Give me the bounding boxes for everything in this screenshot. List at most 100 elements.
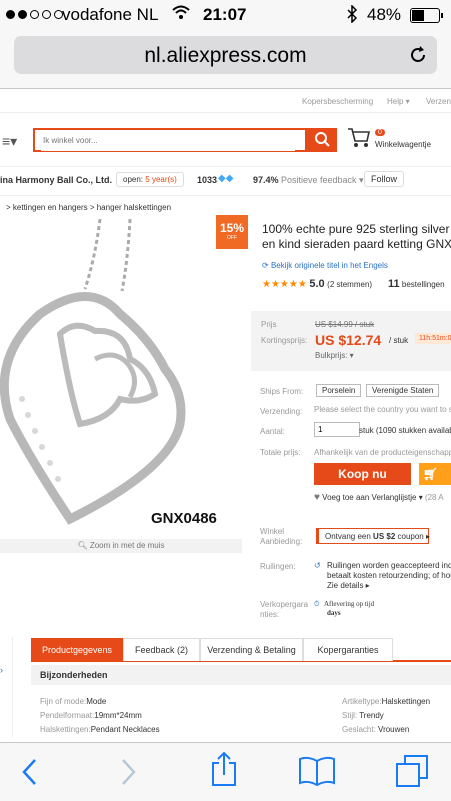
carrier-label: vodafone NL: [62, 5, 159, 24]
spec-row: Fijn of mode:Mode Artikeltype:Halskettin…: [40, 697, 451, 711]
tab-buyer-guarantee[interactable]: Kopergaranties: [303, 638, 393, 661]
spec-value-2: Trendy: [359, 711, 384, 720]
store-bar: ina Harmony Ball Co., Ltd. open: 5 year(…: [0, 166, 451, 196]
cart-count-badge: 0: [375, 129, 385, 136]
guarantee-label-2: nties:: [260, 610, 280, 619]
feedback-label[interactable]: Positieve feedback ▾: [281, 175, 364, 186]
buyer-protection-link[interactable]: Kopersbescherming: [302, 97, 373, 106]
product-tabs: Productgegevens Feedback (2) Verzending …: [31, 638, 451, 662]
specs-table: Fijn of mode:Mode Artikeltype:Halskettin…: [40, 697, 451, 739]
specs-title: Bijzonderheden: [40, 670, 108, 680]
original-title-text: Bekijk originele titel in het Engels: [270, 261, 388, 270]
heart-icon: ♥: [314, 492, 320, 503]
total-price-label: Totale prijs:: [260, 448, 301, 457]
cart-button[interactable]: 0 Winkelwagentje: [347, 127, 431, 154]
help-link[interactable]: Help ▾: [387, 97, 410, 106]
price-box: Prijs US $14.99 / stuk Kortingsprijs: US…: [251, 311, 451, 371]
discount-percent: 15%: [219, 221, 245, 235]
discount-price: US $12.74: [315, 332, 382, 348]
menu-icon[interactable]: ≡▾: [2, 133, 17, 150]
clock: 21:07: [203, 5, 247, 24]
star-rating-icon: ★★★★★: [262, 279, 307, 290]
total-price-value: Afhankelijk van de producteigenschappe: [314, 448, 451, 457]
shipping-link[interactable]: Verzen: [426, 97, 451, 106]
title-line-1: 100% echte pure 925 sterling silver sie: [262, 222, 451, 236]
original-title-link[interactable]: ⟳ Bekijk originele titel in het Engels: [262, 261, 388, 270]
delivery-label: Verzending:: [260, 407, 303, 416]
rating-row: ★★★★★ 5.0 (2 stemmen): [262, 278, 372, 290]
product-image[interactable]: 15% OFF GNX0486: [0, 215, 248, 539]
returns-icon: ↺: [314, 561, 321, 570]
bulk-price-toggle[interactable]: Bulkprijs: ▾: [315, 351, 354, 360]
search-icon: [314, 131, 330, 152]
sidebar-chevron-icon[interactable]: ›: [0, 665, 3, 675]
delivery-value[interactable]: Please select the country you want to sh: [314, 405, 451, 414]
cart-label: Winkelwagentje: [375, 140, 432, 149]
bluetooth-icon: [346, 4, 358, 28]
rating-count[interactable]: (2 stemmen): [327, 280, 372, 289]
store-discount-label-2: Aanbieding:: [260, 537, 303, 546]
tab-product-details[interactable]: Productgegevens: [31, 638, 123, 661]
quantity-input[interactable]: [314, 422, 360, 437]
status-bar: vodafone NL 21:07 48%: [0, 0, 451, 30]
ships-from-label: Ships From:: [260, 387, 304, 396]
product-title: 100% echte pure 925 sterling silver sie …: [262, 222, 451, 252]
ships-from-usa[interactable]: Verenigde Staten: [366, 384, 440, 397]
ships-from-china[interactable]: Porselein: [316, 384, 362, 397]
tabs-icon[interactable]: [394, 753, 430, 794]
breadcrumb[interactable]: > kettingen en hangers > hanger halskett…: [6, 203, 171, 212]
spec-value-2: Halskettingen: [381, 697, 431, 706]
address-bar[interactable]: nl.aliexpress.com: [14, 36, 437, 74]
old-price: US $14.99 / stuk: [315, 320, 375, 329]
returns-info: ↺ Ruilingen worden geaccepteerd indie be…: [314, 561, 451, 591]
signal-icon: [6, 10, 63, 19]
magnifier-icon: 🔍︎: [77, 541, 88, 550]
top-nav: Kopersbescherming Help ▾ Verzen: [0, 90, 451, 113]
cart-icon: [347, 128, 371, 153]
tab-feedback[interactable]: Feedback (2): [123, 638, 200, 661]
orders: 11 bestellingen: [388, 278, 445, 290]
bookmarks-icon[interactable]: [298, 755, 336, 792]
reload-icon[interactable]: [408, 45, 428, 70]
store-discount-label: Winkel Aanbieding:: [260, 527, 302, 547]
battery-icon: [410, 8, 443, 23]
specs-header: Bijzonderheden: [31, 665, 451, 685]
spec-key-2: Geslacht: Vrouwen: [342, 725, 410, 734]
wifi-icon: [172, 4, 190, 25]
cart-plus-icon: 🛒︎: [423, 467, 439, 481]
browser-toolbar: [0, 742, 451, 801]
coupon-amount: US $2: [373, 532, 396, 541]
quantity-available: stuk (1090 stukken available: [359, 426, 451, 435]
search-button[interactable]: [307, 128, 337, 152]
zoom-hint-text: Zoom in met de muis: [89, 541, 165, 550]
coupon-button[interactable]: Ontvang een US $2 coupon ▸: [316, 528, 430, 544]
returns-label: Ruilingen:: [260, 562, 296, 571]
back-icon[interactable]: [20, 757, 40, 792]
tab-shipping-payment[interactable]: Verzending & Betaling: [200, 638, 303, 661]
product-code: GNX0486: [151, 510, 217, 527]
discount-price-label: Kortingsprijs:: [261, 336, 308, 345]
guarantee-info: ⏱ Aflevering op tijd days: [314, 600, 374, 618]
returns-line-2: betaalt kosten retourzending; of houd: [327, 571, 451, 580]
spec-key-2: Artikeltype:Halskettingen: [342, 697, 431, 706]
spec-key: Fijn of mode:: [40, 697, 87, 706]
store-name[interactable]: ina Harmony Ball Co., Ltd.: [0, 175, 112, 185]
search-input[interactable]: [41, 130, 295, 151]
spec-key: Pendelformaat:: [40, 711, 95, 720]
returns-details-link[interactable]: Zie details ▸: [327, 581, 451, 591]
buy-now-button[interactable]: Koop nu: [314, 463, 411, 485]
feedback-percent: 97.4%: [253, 175, 279, 185]
wishlist-link[interactable]: ♥ Voeg toe aan Verlanglijstje ▾ (28 A: [314, 492, 444, 503]
add-to-cart-button[interactable]: 🛒︎Vo: [419, 463, 451, 503]
follow-button[interactable]: Follow: [364, 171, 405, 187]
quantity-label: Aantal:: [260, 427, 285, 436]
share-icon[interactable]: [210, 751, 238, 792]
battery-percent: 48%: [367, 5, 402, 24]
forward-icon[interactable]: [118, 757, 138, 792]
wishlist-label: Voeg toe aan Verlanglijstje ▾: [322, 493, 423, 502]
spec-value-2: Vrouwen: [378, 725, 410, 734]
spec-value: Mode: [86, 697, 107, 706]
spec-value: 19mm*24mm: [94, 711, 142, 720]
discount-off-label: OFF: [227, 235, 237, 241]
guarantee-label-1: Verkopergara: [260, 600, 309, 609]
